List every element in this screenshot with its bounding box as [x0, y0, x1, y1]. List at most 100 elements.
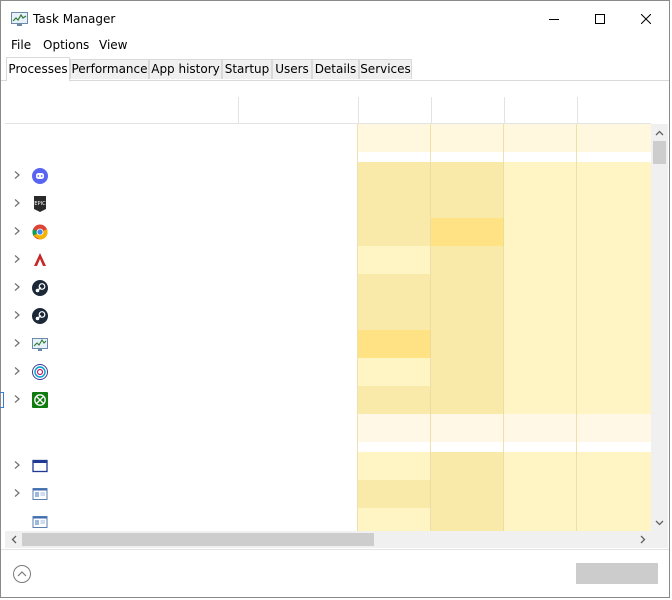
process-row[interactable] [5, 508, 651, 531]
scroll-right-button[interactable] [634, 531, 651, 548]
xbox-icon [32, 392, 48, 408]
tab-details[interactable]: Details [312, 59, 359, 79]
maximize-button[interactable] [577, 1, 623, 37]
usage-cell [431, 190, 504, 218]
vertical-scroll-thumb[interactable] [653, 141, 666, 164]
column-separator [503, 124, 504, 531]
column-divider[interactable] [431, 97, 432, 123]
process-row[interactable] [5, 452, 651, 480]
chevron-right-icon[interactable] [12, 282, 22, 292]
process-row[interactable] [5, 246, 651, 274]
usage-cell [504, 162, 577, 190]
column-divider[interactable] [504, 97, 505, 123]
usage-cell [431, 162, 504, 190]
scroll-down-button[interactable] [651, 514, 668, 531]
usage-cell [577, 508, 651, 531]
usage-cell [577, 246, 651, 274]
title-bar[interactable]: Task Manager [1, 1, 669, 37]
menu-options[interactable]: Options [43, 38, 89, 52]
tab-startup[interactable]: Startup [222, 59, 272, 79]
process-row[interactable]: EPIC [5, 190, 651, 218]
minimize-button[interactable] [531, 1, 577, 37]
process-row[interactable] [5, 218, 651, 246]
group-header-row[interactable] [5, 124, 651, 152]
usage-cell [504, 124, 577, 152]
close-button[interactable] [623, 1, 669, 37]
usage-cell [431, 480, 504, 508]
usage-cell [358, 162, 431, 190]
usage-cell [577, 274, 651, 302]
tab-services[interactable]: Services [359, 59, 412, 79]
process-row[interactable] [5, 330, 651, 358]
process-row[interactable] [5, 386, 651, 414]
scroll-left-button[interactable] [5, 531, 22, 548]
usage-cell [504, 508, 577, 531]
menu-view[interactable]: View [99, 38, 127, 52]
steam-icon [32, 280, 48, 296]
chevron-right-icon[interactable] [12, 170, 22, 180]
usage-cell [358, 414, 431, 442]
usage-cell [577, 218, 651, 246]
usage-cell [358, 246, 431, 274]
tab-divider [1, 80, 669, 81]
usage-cell [577, 358, 651, 386]
chevron-right-icon[interactable] [12, 254, 22, 264]
usage-cell [431, 218, 504, 246]
usage-cell [577, 162, 651, 190]
scroll-up-button[interactable] [651, 124, 668, 141]
horizontal-scroll-thumb[interactable] [22, 533, 374, 546]
chevron-right-icon[interactable] [12, 198, 22, 208]
discord-icon [32, 168, 48, 184]
usage-cell [504, 274, 577, 302]
app-frame-icon [32, 486, 48, 502]
vertical-scrollbar[interactable] [651, 124, 668, 531]
radeon-icon [32, 252, 48, 268]
usage-cell [504, 190, 577, 218]
usage-cell [431, 508, 504, 531]
menu-file[interactable]: File [11, 38, 31, 52]
column-divider[interactable] [577, 97, 578, 123]
tab-users[interactable]: Users [272, 59, 312, 79]
process-list[interactable]: EPIC [5, 124, 651, 531]
column-separator [357, 124, 358, 531]
usage-cell [358, 508, 431, 531]
chevron-right-icon[interactable] [12, 226, 22, 236]
fewer-details-icon[interactable] [12, 564, 32, 584]
chevron-right-icon[interactable] [12, 310, 22, 320]
process-row[interactable] [5, 274, 651, 302]
column-divider[interactable] [238, 97, 239, 123]
process-row[interactable] [5, 162, 651, 190]
group-header-row[interactable] [5, 414, 651, 442]
horizontal-scrollbar[interactable] [5, 531, 651, 548]
column-divider[interactable] [358, 97, 359, 123]
window-icon [32, 458, 48, 474]
scrollbar-corner [651, 531, 668, 548]
usage-cell [358, 386, 431, 414]
usage-cell [577, 330, 651, 358]
chevron-right-icon[interactable] [12, 460, 22, 470]
usage-cell [431, 330, 504, 358]
tab-processes[interactable]: Processes [6, 57, 70, 81]
process-row[interactable] [5, 480, 651, 508]
chevron-right-icon[interactable] [12, 488, 22, 498]
usage-cell [431, 274, 504, 302]
window-edge-marker [0, 392, 4, 408]
process-row[interactable] [5, 302, 651, 330]
process-row[interactable] [5, 358, 651, 386]
usage-cell [504, 452, 577, 480]
end-task-button[interactable] [576, 563, 658, 584]
chevron-right-icon[interactable] [12, 394, 22, 404]
tab-app-history[interactable]: App history [149, 59, 222, 79]
chevron-right-icon [640, 535, 645, 544]
usage-cell [358, 124, 431, 152]
tab-performance[interactable]: Performance [70, 59, 149, 79]
usage-cell [431, 414, 504, 442]
usage-cell [577, 124, 651, 152]
usage-cell [577, 480, 651, 508]
usage-cell [577, 414, 651, 442]
maximize-icon [595, 14, 605, 24]
usage-cell [504, 358, 577, 386]
task-manager-window: Task Manager File Options View Processes… [0, 0, 670, 598]
chevron-right-icon[interactable] [12, 338, 22, 348]
chevron-right-icon[interactable] [12, 366, 22, 376]
